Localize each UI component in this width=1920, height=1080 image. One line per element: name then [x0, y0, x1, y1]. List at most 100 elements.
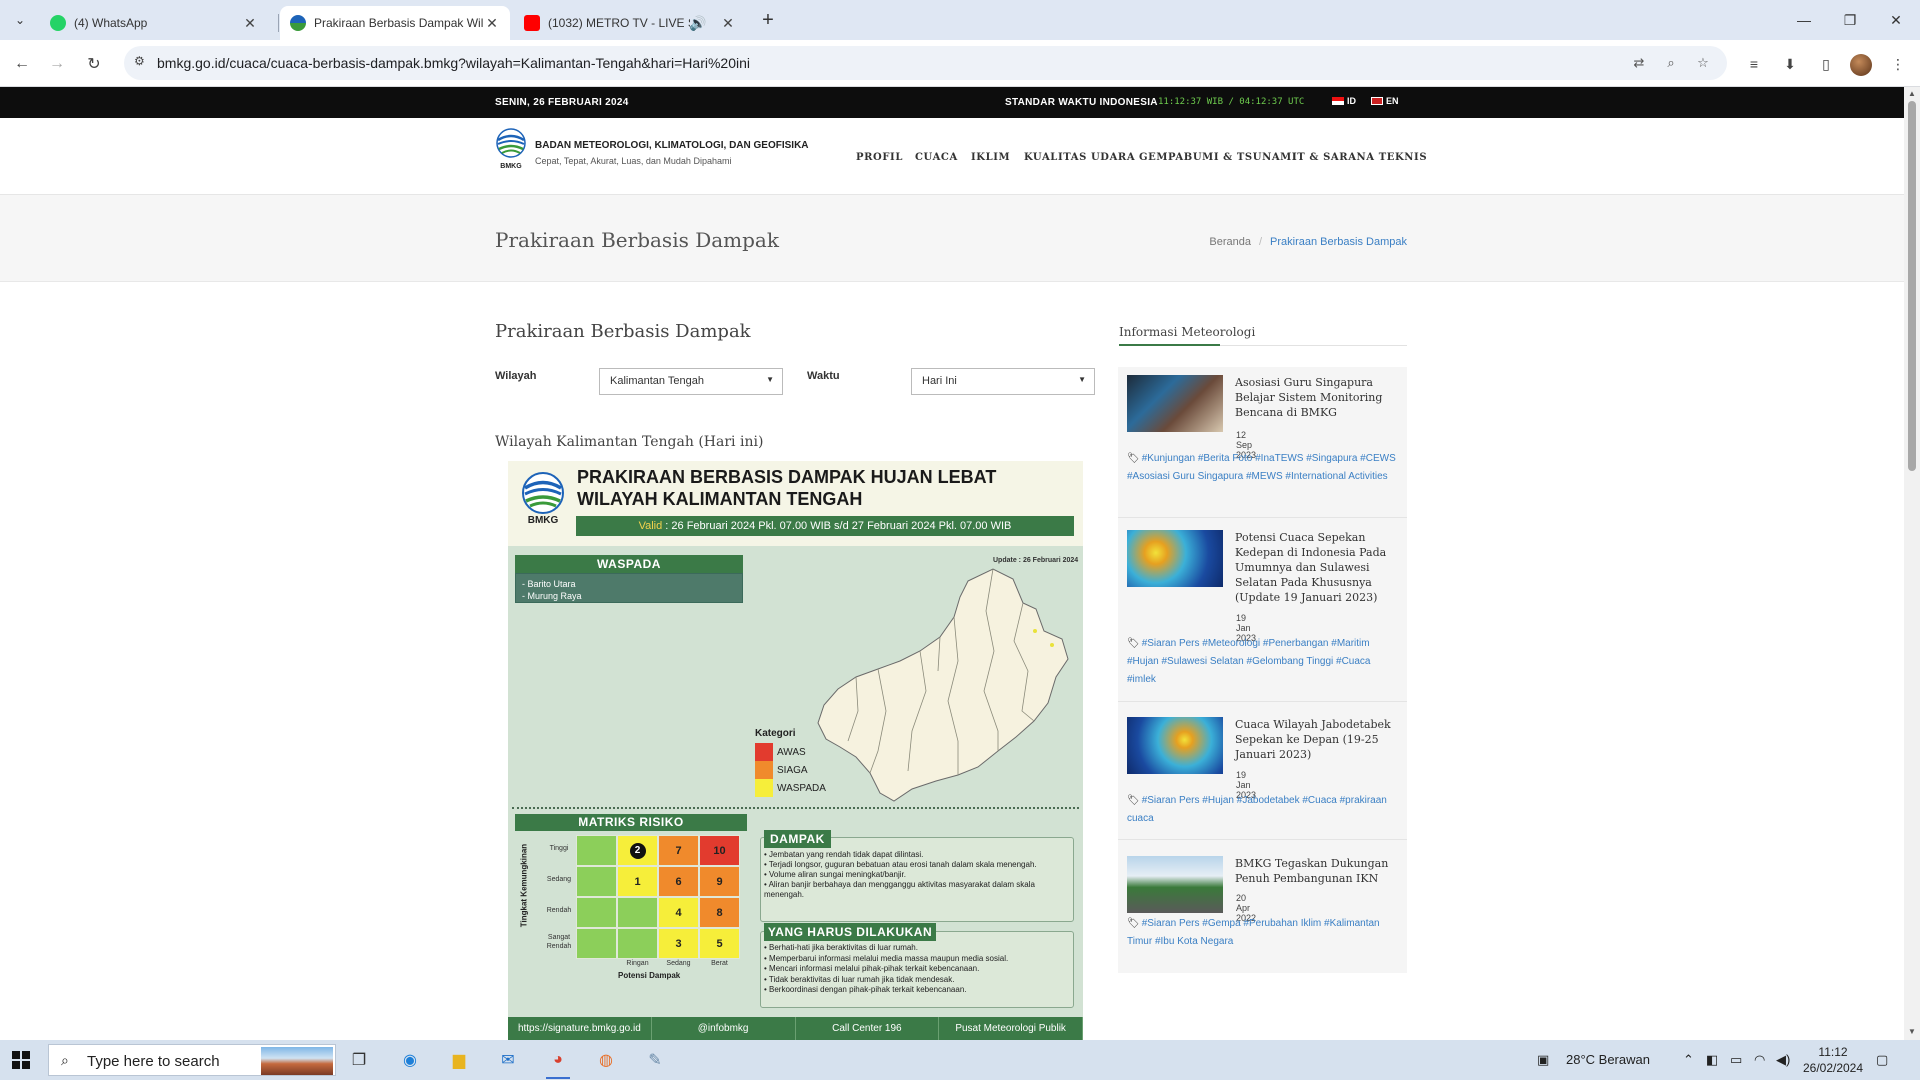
weather-icon[interactable]: ▣ [1537, 1052, 1549, 1068]
nav-iklim[interactable]: IKLIM [971, 152, 1010, 163]
wilayah-value: Kalimantan Tengah [610, 375, 704, 387]
tab-search-icon[interactable]: ⌄ [10, 10, 30, 30]
restore-icon[interactable]: ❐ [1838, 8, 1862, 32]
nav-it-sarana[interactable]: IT & SARANA TEKNIS [1292, 152, 1427, 163]
notification-icon[interactable]: ▢ [1876, 1052, 1888, 1068]
volume-icon[interactable]: ◀) [1776, 1052, 1790, 1068]
waktu-value: Hari Ini [922, 375, 957, 387]
waspada-title: WASPADA [515, 555, 743, 573]
scroll-down-icon[interactable]: ▼ [1907, 1027, 1917, 1037]
time-label: STANDAR WAKTU INDONESIA [1005, 97, 1158, 108]
taskbar-search-box[interactable]: ⌕ Type here to search [48, 1044, 336, 1076]
breadcrumb-home[interactable]: Beranda [1209, 236, 1251, 248]
monitor-icon[interactable]: ▭ [1730, 1052, 1742, 1068]
taskbar-clock[interactable]: 11:12 26/02/2024 [1798, 1044, 1868, 1076]
bmkg-logo[interactable]: BMKG [495, 128, 527, 170]
zoom-icon[interactable]: ⌕ [1662, 54, 1680, 72]
nav-gempabumi[interactable]: GEMPABUMI & TSUNAMI [1139, 152, 1297, 163]
color-swatch [755, 761, 773, 779]
speaker-icon[interactable]: 🔊 [689, 15, 706, 31]
edge-icon[interactable]: ◉ [396, 1046, 424, 1074]
nav-kualitas-udara[interactable]: KUALITAS UDARA [1024, 152, 1135, 163]
close-tab-icon[interactable]: ✕ [484, 15, 500, 31]
news-thumbnail[interactable] [1127, 530, 1223, 587]
wilayah-select[interactable]: Kalimantan Tengah ▼ [599, 368, 783, 395]
waktu-select[interactable]: Hari Ini ▼ [911, 368, 1095, 395]
matrix-title: MATRIKS RISIKO [515, 814, 747, 831]
minimize-icon[interactable]: — [1792, 8, 1816, 32]
translate-icon[interactable]: ⇄ [1630, 54, 1648, 72]
tray-expand-icon[interactable]: ⌃ [1683, 1052, 1694, 1068]
color-swatch [755, 743, 773, 761]
media-controls-icon[interactable]: ≡ [1742, 52, 1766, 76]
site-header: BMKG BADAN METEOROLOGI, KLIMATOLOGI, DAN… [0, 118, 1904, 195]
reload-icon[interactable]: ↻ [82, 52, 106, 76]
back-arrow-icon[interactable]: ← [10, 52, 34, 76]
address-bar[interactable]: ⚙ bmkg.go.id/cuaca/cuaca-berbasis-dampak… [124, 46, 1727, 80]
waktu-label: Waktu [807, 370, 840, 382]
tag-icon: 🏷 [1127, 638, 1140, 649]
paint-icon[interactable]: ✎ [641, 1046, 669, 1074]
current-date: SENIN, 26 FEBRUARI 2024 [495, 97, 629, 108]
nav-profil[interactable]: PROFIL [856, 152, 903, 163]
action-title: YANG HARUS DILAKUKAN [764, 923, 936, 941]
mail-icon[interactable]: ✉ [494, 1046, 522, 1074]
top-info-bar: SENIN, 26 FEBRUARI 2024 STANDAR WAKTU IN… [0, 87, 1904, 118]
news-title[interactable]: Potensi Cuaca Sepekan Kedepan di Indones… [1235, 530, 1395, 605]
close-window-icon[interactable]: ✕ [1884, 8, 1908, 32]
weather-text[interactable]: 28°C Berawan [1566, 1052, 1650, 1067]
network-icon[interactable]: ◠ [1754, 1052, 1765, 1068]
logo-text: BMKG [528, 515, 559, 525]
matrix-col-label: Ringan [626, 960, 649, 967]
scroll-up-icon[interactable]: ▲ [1907, 89, 1917, 99]
forward-arrow-icon[interactable]: → [45, 52, 69, 76]
action-item: • Tidak beraktivitas di luar rumah jika … [764, 974, 955, 984]
news-thumbnail[interactable] [1127, 717, 1223, 774]
tab-youtube[interactable]: (1032) METRO TV - LIVE STI 🔊 ✕ [514, 6, 746, 40]
breadcrumb-current: Prakiraan Berbasis Dampak [1270, 236, 1407, 248]
tab-title: Prakiraan Berbasis Dampak Wil [314, 16, 484, 30]
new-tab-button[interactable]: + [758, 10, 778, 30]
matrix-cell [576, 897, 617, 928]
close-tab-icon[interactable]: ✕ [720, 15, 736, 31]
chrome-icon[interactable]: ◕ [544, 1046, 572, 1079]
close-tab-icon[interactable]: ✕ [242, 15, 258, 31]
tab-whatsapp[interactable]: (4) WhatsApp ✕ [40, 6, 268, 40]
firefox-icon[interactable]: ◍ [592, 1046, 620, 1074]
url-text[interactable]: bmkg.go.id/cuaca/cuaca-berbasis-dampak.b… [157, 55, 750, 71]
news-thumbnail[interactable] [1127, 856, 1223, 913]
kebab-menu-icon[interactable]: ⋮ [1886, 52, 1910, 76]
site-info-icon[interactable]: ⚙ [134, 54, 152, 72]
lang-en-link[interactable]: EN [1371, 96, 1399, 106]
file-explorer-icon[interactable]: ▆ [445, 1046, 473, 1074]
scrollbar-thumb[interactable] [1908, 101, 1916, 471]
windows-start-icon[interactable] [12, 1051, 30, 1069]
nav-cuaca[interactable]: CUACA [915, 152, 958, 163]
tab-bmkg[interactable]: Prakiraan Berbasis Dampak Wil ✕ [280, 6, 510, 40]
side-panel-icon[interactable]: ▯ [1814, 52, 1838, 76]
tab-title: (4) WhatsApp [74, 16, 148, 30]
lang-id-link[interactable]: ID [1332, 96, 1356, 106]
browser-tab-bar: ⌄ (4) WhatsApp ✕ Prakiraan Berbasis Damp… [0, 0, 1920, 40]
news-title[interactable]: Asosiasi Guru Singapura Belajar Sistem M… [1235, 375, 1395, 420]
news-title[interactable]: BMKG Tegaskan Dukungan Penuh Pembangunan… [1235, 856, 1395, 886]
infographic-title-line1: PRAKIRAAN BERBASIS DAMPAK HUJAN LEBAT [577, 467, 997, 487]
page-scrollbar[interactable]: ▲ ▼ [1904, 87, 1920, 1040]
news-title[interactable]: Cuaca Wilayah Jabodetabek Sepekan ke Dep… [1235, 717, 1395, 762]
profile-avatar[interactable] [1850, 54, 1872, 76]
action-item: • Memperbarui informasi melalui media ma… [764, 953, 1009, 963]
bookmark-star-icon[interactable]: ☆ [1694, 54, 1712, 72]
valid-label: Valid [638, 520, 663, 532]
matrix-cell: 4 [658, 897, 699, 928]
matrix-y-label: Tingkat Kemungkinan [519, 843, 529, 928]
valid-text: : 26 Februari 2024 Pkl. 07.00 WIB s/d 27… [662, 520, 1012, 532]
meet-now-icon[interactable]: ◧ [1706, 1052, 1718, 1068]
page-title-band: Prakiraan Berbasis Dampak Beranda / Prakir… [0, 195, 1904, 282]
download-icon[interactable]: ⬇ [1778, 52, 1802, 76]
tab-divider [278, 14, 279, 32]
news-thumbnail[interactable] [1127, 375, 1223, 432]
task-view-icon[interactable]: ❐ [345, 1046, 373, 1074]
tab-title: (1032) METRO TV - LIVE STI [548, 16, 690, 30]
bmkg-icon [290, 15, 306, 31]
footer-social: @infobmkg [652, 1017, 796, 1040]
